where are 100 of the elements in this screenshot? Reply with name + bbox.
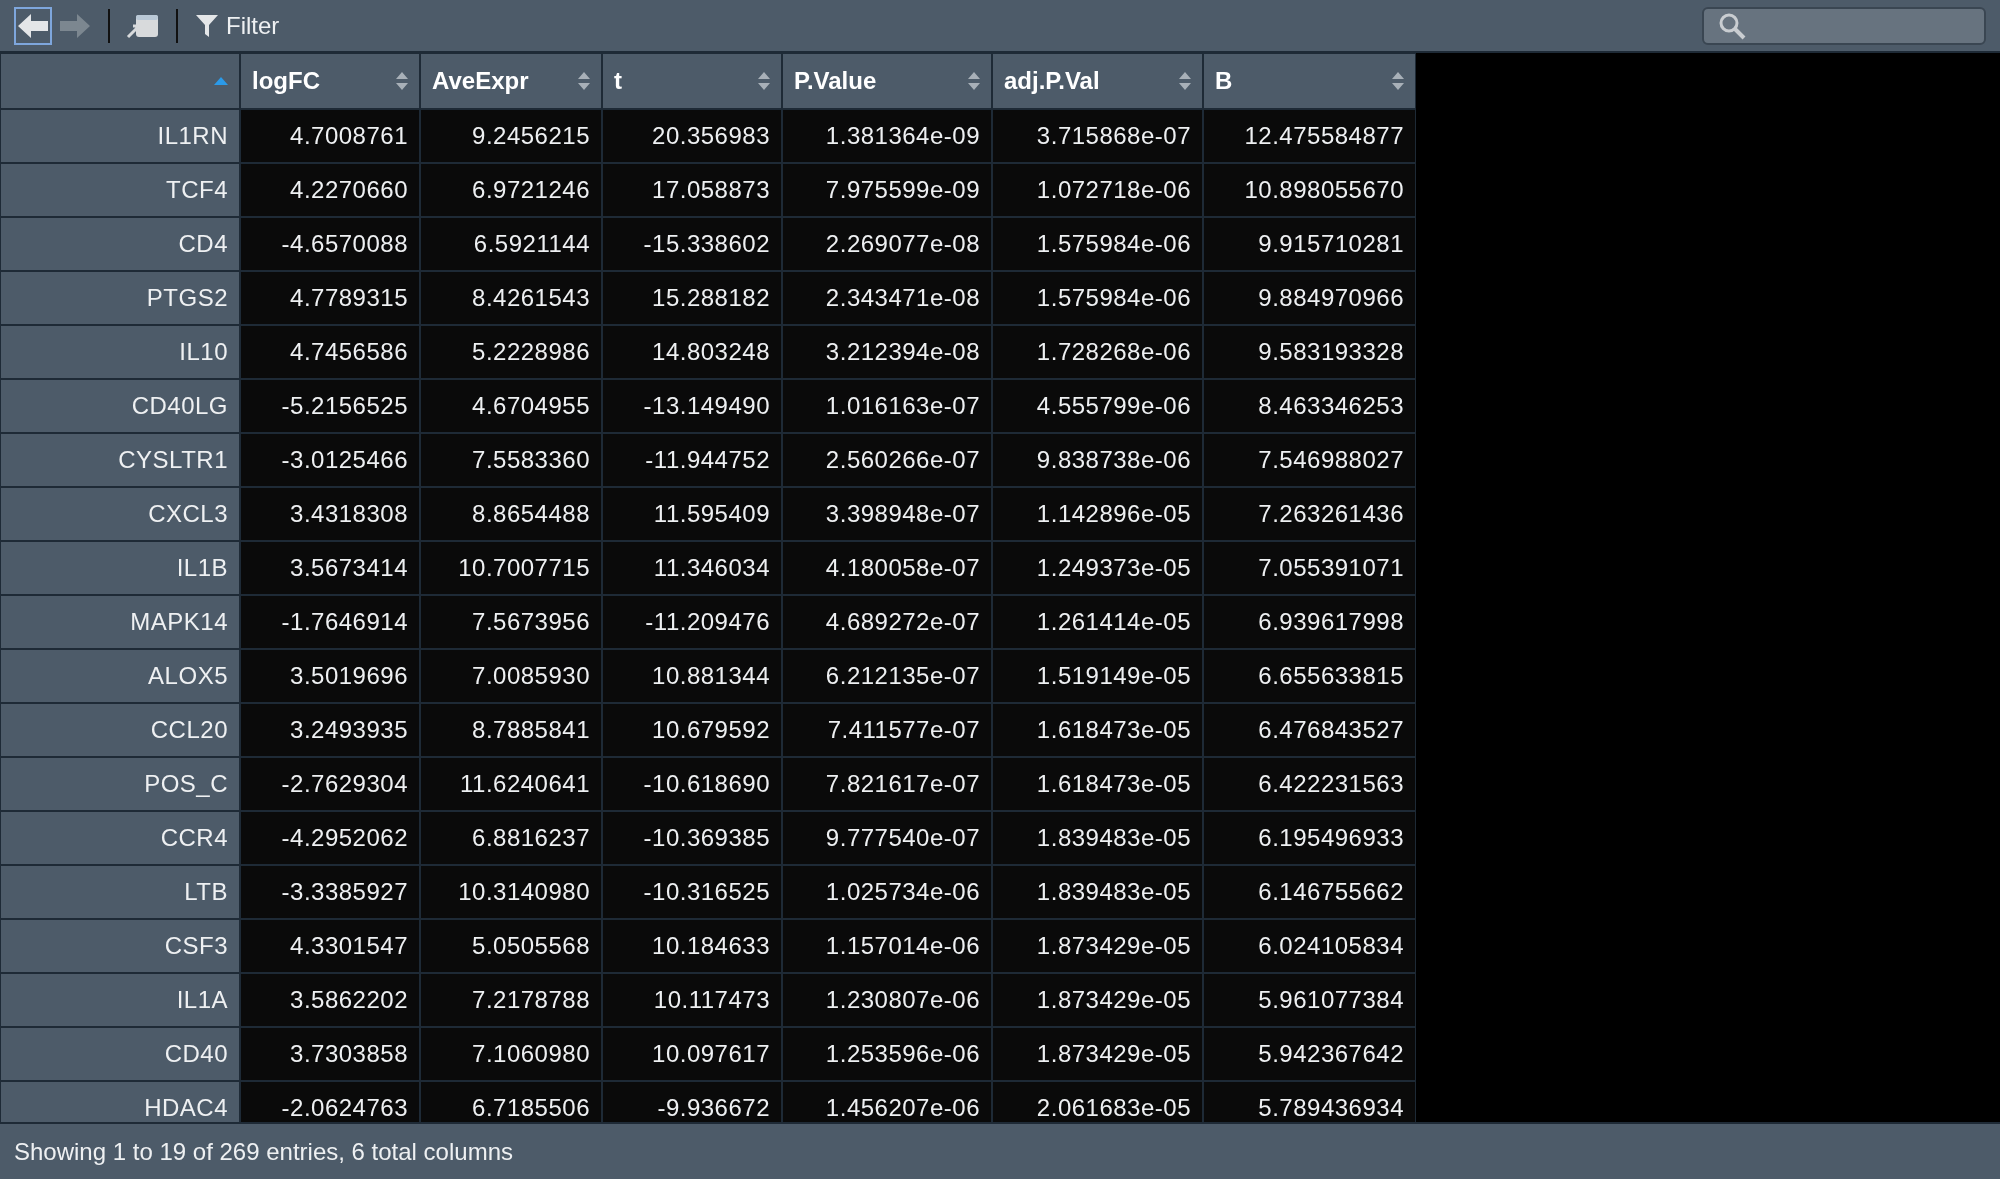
table-cell: 6.9721246 xyxy=(420,163,602,217)
table-cell: 1.230807e-06 xyxy=(782,973,992,1027)
table-cell: 1.839483e-05 xyxy=(992,865,1203,919)
table-cell: 1.142896e-05 xyxy=(992,487,1203,541)
table-cell: 10.881344 xyxy=(602,649,782,703)
entries-summary: Showing 1 to 19 of 269 entries, 6 total columns xyxy=(14,1136,513,1167)
row-name-cell: IL10 xyxy=(0,325,240,379)
table-cell: -4.2952062 xyxy=(240,811,420,865)
column-title: t xyxy=(614,66,622,96)
column-title: P.Value xyxy=(794,66,877,96)
table-cell: 3.715868e-07 xyxy=(992,109,1203,163)
column-header[interactable]: logFC xyxy=(240,53,420,109)
table-cell: 1.253596e-06 xyxy=(782,1027,992,1081)
table-cell: 6.939617998 xyxy=(1203,595,1416,649)
table-cell: 10.117473 xyxy=(602,973,782,1027)
row-name-cell: IL1RN xyxy=(0,109,240,163)
table-cell: 6.8816237 xyxy=(420,811,602,865)
table-cell: 5.789436934 xyxy=(1203,1081,1416,1122)
table-cell: 14.803248 xyxy=(602,325,782,379)
table-cell: 2.343471e-08 xyxy=(782,271,992,325)
column-header[interactable]: adj.P.Val xyxy=(992,53,1203,109)
table-cell: 4.7789315 xyxy=(240,271,420,325)
table-cell: 12.475584877 xyxy=(1203,109,1416,163)
back-button[interactable] xyxy=(14,6,52,45)
row-name-cell: IL1B xyxy=(0,541,240,595)
table-cell: 1.519149e-05 xyxy=(992,649,1203,703)
table-cell: 10.184633 xyxy=(602,919,782,973)
table-cell: 7.263261436 xyxy=(1203,487,1416,541)
table-cell: 3.4318308 xyxy=(240,487,420,541)
table-cell: -3.0125466 xyxy=(240,433,420,487)
column-title: adj.P.Val xyxy=(1004,66,1100,96)
column-header[interactable]: AveExpr xyxy=(420,53,602,109)
table-cell: 10.097617 xyxy=(602,1027,782,1081)
column-header[interactable]: t xyxy=(602,53,782,109)
row-name-cell: CD40 xyxy=(0,1027,240,1081)
table-cell: 6.195496933 xyxy=(1203,811,1416,865)
table-cell: 8.463346253 xyxy=(1203,379,1416,433)
table-cell: 4.2270660 xyxy=(240,163,420,217)
table-cell: -11.209476 xyxy=(602,595,782,649)
table-cell: -11.944752 xyxy=(602,433,782,487)
table-cell: 10.898055670 xyxy=(1203,163,1416,217)
table-cell: 7.2178788 xyxy=(420,973,602,1027)
table-cell: 1.575984e-06 xyxy=(992,271,1203,325)
table-cell: 1.873429e-05 xyxy=(992,919,1203,973)
column-header[interactable]: P.Value xyxy=(782,53,992,109)
table-cell: 7.821617e-07 xyxy=(782,757,992,811)
column-header[interactable]: B xyxy=(1203,53,1416,109)
table-cell: -4.6570088 xyxy=(240,217,420,271)
table-cell: 6.655633815 xyxy=(1203,649,1416,703)
table-cell: 5.942367642 xyxy=(1203,1027,1416,1081)
table-cell: 5.2228986 xyxy=(420,325,602,379)
table-cell: 1.025734e-06 xyxy=(782,865,992,919)
table-cell: 1.873429e-05 xyxy=(992,1027,1203,1081)
table-cell: 6.476843527 xyxy=(1203,703,1416,757)
table-cell: 10.679592 xyxy=(602,703,782,757)
arrow-left-icon xyxy=(18,13,48,38)
row-name-cell: CYSLTR1 xyxy=(0,433,240,487)
table-cell: 7.0085930 xyxy=(420,649,602,703)
table-cell: -5.2156525 xyxy=(240,379,420,433)
table-cell: 8.7885841 xyxy=(420,703,602,757)
row-name-cell: LTB xyxy=(0,865,240,919)
table-cell: 9.777540e-07 xyxy=(782,811,992,865)
table-cell: 3.398948e-07 xyxy=(782,487,992,541)
table-cell: 9.2456215 xyxy=(420,109,602,163)
row-name-cell: MAPK14 xyxy=(0,595,240,649)
table-cell: 3.7303858 xyxy=(240,1027,420,1081)
popout-window-icon xyxy=(126,12,160,39)
table-cell: 11.6240641 xyxy=(420,757,602,811)
table-cell: 9.915710281 xyxy=(1203,217,1416,271)
row-name-cell: CCL20 xyxy=(0,703,240,757)
table-cell: -10.316525 xyxy=(602,865,782,919)
table-cell: 11.595409 xyxy=(602,487,782,541)
table-cell: 6.024105834 xyxy=(1203,919,1416,973)
table-cell: 6.5921144 xyxy=(420,217,602,271)
table-cell: 6.212135e-07 xyxy=(782,649,992,703)
row-name-cell: CCR4 xyxy=(0,811,240,865)
table-cell: 7.411577e-07 xyxy=(782,703,992,757)
search-field[interactable] xyxy=(1702,6,1986,45)
table-cell: 7.546988027 xyxy=(1203,433,1416,487)
table-cell: 1.873429e-05 xyxy=(992,973,1203,1027)
table-cell: 20.356983 xyxy=(602,109,782,163)
table-cell: 7.1060980 xyxy=(420,1027,602,1081)
filter-button[interactable]: Filter xyxy=(192,7,284,44)
table-cell: 4.180058e-07 xyxy=(782,541,992,595)
table-cell: 1.618473e-05 xyxy=(992,703,1203,757)
table-cell: 6.422231563 xyxy=(1203,757,1416,811)
row-name-cell: CSF3 xyxy=(0,919,240,973)
table-cell: 4.7008761 xyxy=(240,109,420,163)
table-cell: 1.575984e-06 xyxy=(992,217,1203,271)
table-cell: 1.261414e-05 xyxy=(992,595,1203,649)
table-cell: 3.5019696 xyxy=(240,649,420,703)
table-cell: -9.936672 xyxy=(602,1081,782,1122)
column-title: logFC xyxy=(252,66,320,96)
table-cell: -10.618690 xyxy=(602,757,782,811)
column-header[interactable] xyxy=(0,53,240,109)
table-cell: 8.4261543 xyxy=(420,271,602,325)
row-name-cell: PTGS2 xyxy=(0,271,240,325)
table-cell: 3.2493935 xyxy=(240,703,420,757)
row-name-cell: CD40LG xyxy=(0,379,240,433)
search-icon xyxy=(1718,11,1746,40)
